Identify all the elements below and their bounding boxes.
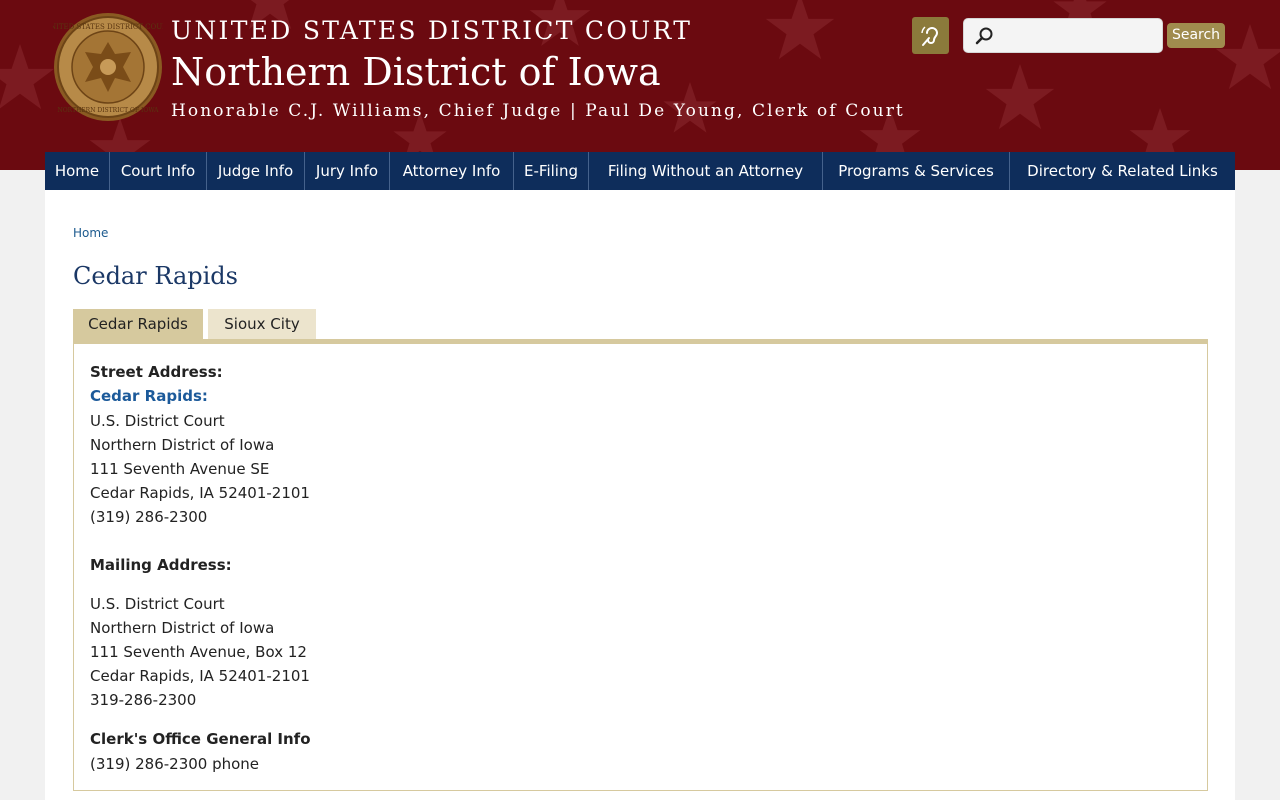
svg-text:UNITED STATES DISTRICT COURT: UNITED STATES DISTRICT COURT [53,23,163,31]
street-line: Cedar Rapids, IA 52401-2101 [90,484,310,502]
nav-item-judge-info[interactable]: Judge Info [207,152,305,190]
mailing-line: Northern District of Iowa [90,619,275,637]
tab-sioux-city[interactable]: Sioux City [208,309,316,340]
site-header: UNITED STATES DISTRICT COURT NORTHERN DI… [0,0,1280,170]
search-field[interactable] [963,18,1163,53]
nav-item-programs-services[interactable]: Programs & Services [823,152,1010,190]
search-icon [975,27,993,45]
street-address-label: Street Address: [90,363,223,381]
main-content: Home Cedar Rapids Cedar Rapids Sioux Cit… [45,190,1235,800]
tab-panel: Street Address: Cedar Rapids: U.S. Distr… [73,343,1208,791]
mailing-phone: 319-286-2300 [90,691,197,709]
nav-item-home[interactable]: Home [45,152,110,190]
svg-text:NORTHERN DISTRICT OF IOWA: NORTHERN DISTRICT OF IOWA [57,107,159,114]
street-line: 111 Seventh Avenue SE [90,460,270,478]
street-line: U.S. District Court [90,412,225,430]
hearing-assist-icon [920,25,938,46]
nav-item-court-info[interactable]: Court Info [110,152,207,190]
court-seal-logo: UNITED STATES DISTRICT COURT NORTHERN DI… [53,13,163,121]
page-title: Cedar Rapids [73,262,238,290]
clerk-office-label: Clerk's Office General Info [90,730,311,748]
main-nav: Home Court Info Judge Info Jury Info Att… [45,152,1235,190]
clerk-phone: (319) 286-2300 phone [90,755,260,773]
search-button[interactable]: Search [1167,23,1225,48]
nav-item-filing-without-attorney[interactable]: Filing Without an Attorney [589,152,823,190]
mailing-line: U.S. District Court [90,595,225,613]
court-title: UNITED STATES DISTRICT COURT [171,16,693,45]
breadcrumb-home[interactable]: Home [73,226,108,240]
tab-cedar-rapids[interactable]: Cedar Rapids [73,309,203,340]
nav-item-directory-links[interactable]: Directory & Related Links [1010,152,1235,190]
street-phone: (319) 286-2300 [90,508,208,526]
nav-item-e-filing[interactable]: E-Filing [514,152,589,190]
cedar-rapids-link[interactable]: Cedar Rapids: [90,387,208,405]
mailing-line: 111 Seventh Avenue, Box 12 [90,643,307,661]
district-title[interactable]: Northern District of Iowa [171,50,661,94]
hearing-accessibility-button[interactable] [912,17,949,54]
nav-item-jury-info[interactable]: Jury Info [305,152,390,190]
search-input[interactable] [998,25,1158,47]
street-line: Northern District of Iowa [90,436,275,454]
mailing-line: Cedar Rapids, IA 52401-2101 [90,667,310,685]
judges-line: Honorable C.J. Williams, Chief Judge | P… [171,101,905,121]
mailing-address-label: Mailing Address: [90,556,232,574]
nav-item-attorney-info[interactable]: Attorney Info [390,152,514,190]
